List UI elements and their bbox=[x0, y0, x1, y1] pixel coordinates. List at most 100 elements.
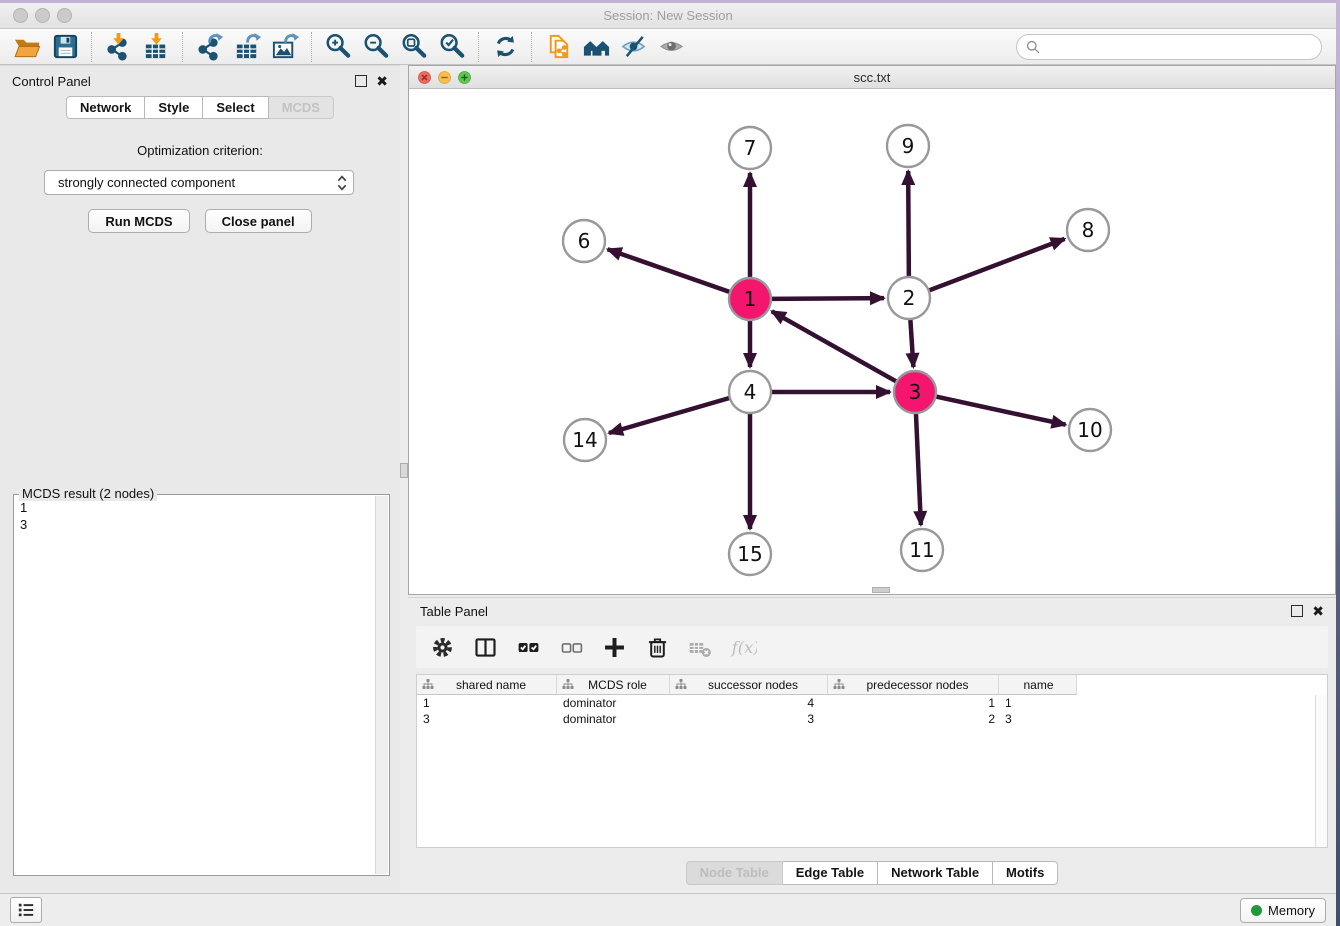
graph-node-14[interactable]: 14 bbox=[564, 419, 606, 461]
column-header-name[interactable]: name bbox=[999, 675, 1077, 695]
column-header-predecessor-nodes[interactable]: predecessor nodes bbox=[828, 675, 999, 695]
import-table-button[interactable] bbox=[137, 31, 175, 63]
column-header-MCDS-role[interactable]: MCDS role bbox=[557, 675, 670, 695]
hide-eye-button[interactable] bbox=[615, 31, 653, 63]
cell-shared-name[interactable]: 3 bbox=[417, 712, 557, 726]
cell-shared-name[interactable]: 1 bbox=[417, 696, 557, 710]
splitter-handle[interactable] bbox=[400, 463, 408, 478]
mcds-result-list[interactable]: 13 bbox=[15, 496, 376, 874]
export-table-button[interactable] bbox=[228, 31, 266, 63]
cell-predecessor-nodes[interactable]: 1 bbox=[828, 696, 999, 710]
search-box[interactable] bbox=[1016, 34, 1322, 60]
zoom-fit-button[interactable] bbox=[395, 31, 433, 63]
zoom-in-button[interactable] bbox=[319, 31, 357, 63]
toolbar-separator bbox=[91, 32, 92, 62]
graph-node-6[interactable]: 6 bbox=[563, 220, 605, 262]
cell-MCDS-role[interactable]: dominator bbox=[557, 696, 670, 710]
select-all-icon bbox=[515, 634, 542, 661]
column-header-successor-nodes[interactable]: successor nodes bbox=[670, 675, 828, 695]
graph-node-1[interactable]: 1 bbox=[729, 278, 771, 320]
export-network-button[interactable] bbox=[190, 31, 228, 63]
node-table[interactable]: shared name MCDS role successor nodes pr… bbox=[416, 674, 1328, 848]
close-panel-button[interactable]: Close panel bbox=[205, 209, 312, 233]
cell-name[interactable]: 1 bbox=[999, 696, 1077, 710]
select-all-button[interactable] bbox=[514, 633, 542, 661]
graph-node-10[interactable]: 10 bbox=[1069, 409, 1111, 451]
column-header-shared-name[interactable]: shared name bbox=[417, 675, 557, 695]
table-tab-network-table[interactable]: Network Table bbox=[878, 861, 993, 885]
tab-style[interactable]: Style bbox=[145, 96, 203, 119]
export-image-button[interactable] bbox=[266, 31, 304, 63]
graph-node-7[interactable]: 7 bbox=[729, 127, 771, 169]
cell-name[interactable]: 3 bbox=[999, 712, 1077, 726]
gear-button[interactable] bbox=[428, 633, 456, 661]
save-session-button[interactable] bbox=[46, 31, 84, 63]
add-column-button[interactable] bbox=[600, 633, 628, 661]
tab-select[interactable]: Select bbox=[203, 96, 268, 119]
graph-node-11[interactable]: 11 bbox=[901, 529, 943, 571]
result-scrollbar[interactable] bbox=[375, 496, 388, 874]
float-panel-icon[interactable] bbox=[355, 75, 367, 87]
import-network-button[interactable] bbox=[99, 31, 137, 63]
columns-button[interactable] bbox=[471, 633, 499, 661]
table-float-icon[interactable] bbox=[1291, 605, 1303, 617]
cell-predecessor-nodes[interactable]: 2 bbox=[828, 712, 999, 726]
deselect-all-button[interactable] bbox=[557, 633, 585, 661]
close-panel-icon[interactable]: ✖ bbox=[376, 76, 388, 86]
network-canvas[interactable]: 7 9 6 8 1 2 4 3 14 10 15 11 bbox=[409, 89, 1335, 594]
column-type-icon bbox=[675, 679, 687, 690]
edge-2-9[interactable] bbox=[908, 171, 909, 277]
table-tab-motifs[interactable]: Motifs bbox=[993, 861, 1058, 885]
criterion-dropdown[interactable]: strongly connected component bbox=[44, 170, 354, 195]
table-tab-edge-table[interactable]: Edge Table bbox=[783, 861, 878, 885]
edge-3-11[interactable] bbox=[916, 413, 921, 525]
show-eye-button[interactable] bbox=[653, 31, 691, 63]
zoom-selected-button[interactable] bbox=[433, 31, 471, 63]
svg-text:6: 6 bbox=[578, 229, 591, 253]
search-input[interactable] bbox=[1046, 38, 1313, 55]
zoom-out-button[interactable] bbox=[357, 31, 395, 63]
graph-node-9[interactable]: 9 bbox=[887, 125, 929, 167]
edge-3-1[interactable] bbox=[772, 311, 897, 381]
main-toolbar bbox=[0, 29, 1336, 65]
graph-node-2[interactable]: 2 bbox=[888, 277, 930, 319]
table-close-icon[interactable]: ✖ bbox=[1312, 606, 1324, 616]
result-item[interactable]: 1 bbox=[20, 499, 371, 516]
result-item[interactable]: 3 bbox=[20, 516, 371, 533]
svg-text:1: 1 bbox=[744, 287, 757, 311]
delete-table-icon bbox=[687, 634, 714, 661]
delete-column-button[interactable] bbox=[643, 633, 671, 661]
network-graph[interactable]: 7 9 6 8 1 2 4 3 14 10 15 11 bbox=[409, 89, 1335, 594]
browser-button[interactable] bbox=[539, 31, 577, 63]
cell-successor-nodes[interactable]: 4 bbox=[670, 696, 828, 710]
canvas-splitter-handle[interactable] bbox=[872, 587, 890, 593]
graph-node-4[interactable]: 4 bbox=[729, 371, 771, 413]
graph-node-8[interactable]: 8 bbox=[1067, 209, 1109, 251]
graph-node-15[interactable]: 15 bbox=[729, 533, 771, 575]
cell-successor-nodes[interactable]: 3 bbox=[670, 712, 828, 726]
table-tab-node-table[interactable]: Node Table bbox=[686, 861, 783, 885]
home-button[interactable] bbox=[577, 31, 615, 63]
edge-3-10[interactable] bbox=[936, 396, 1066, 424]
tab-network[interactable]: Network bbox=[66, 96, 145, 119]
table-row[interactable]: 1dominator411 bbox=[417, 695, 1327, 711]
cell-MCDS-role[interactable]: dominator bbox=[557, 712, 670, 726]
vertical-splitter[interactable] bbox=[400, 65, 408, 893]
graph-node-3[interactable]: 3 bbox=[894, 371, 936, 413]
table-row[interactable]: 3dominator323 bbox=[417, 711, 1327, 727]
memory-button[interactable]: Memory bbox=[1240, 898, 1326, 923]
edge-1-2[interactable] bbox=[771, 298, 884, 299]
run-mcds-button[interactable]: Run MCDS bbox=[88, 209, 189, 233]
apply-layout-button[interactable] bbox=[486, 31, 524, 63]
optimization-criterion-label: Optimization criterion: bbox=[0, 143, 400, 158]
show-panels-button[interactable] bbox=[10, 897, 42, 923]
edge-1-6[interactable] bbox=[608, 249, 731, 292]
tab-mcds[interactable]: MCDS bbox=[269, 96, 334, 119]
table-scrollbar[interactable] bbox=[1315, 695, 1327, 847]
open-session-button[interactable] bbox=[8, 31, 46, 63]
columns-icon bbox=[472, 634, 499, 661]
toolbar-separator bbox=[478, 32, 479, 62]
edge-2-3[interactable] bbox=[910, 319, 913, 367]
edge-2-8[interactable] bbox=[929, 239, 1065, 291]
edge-4-14[interactable] bbox=[609, 398, 730, 433]
